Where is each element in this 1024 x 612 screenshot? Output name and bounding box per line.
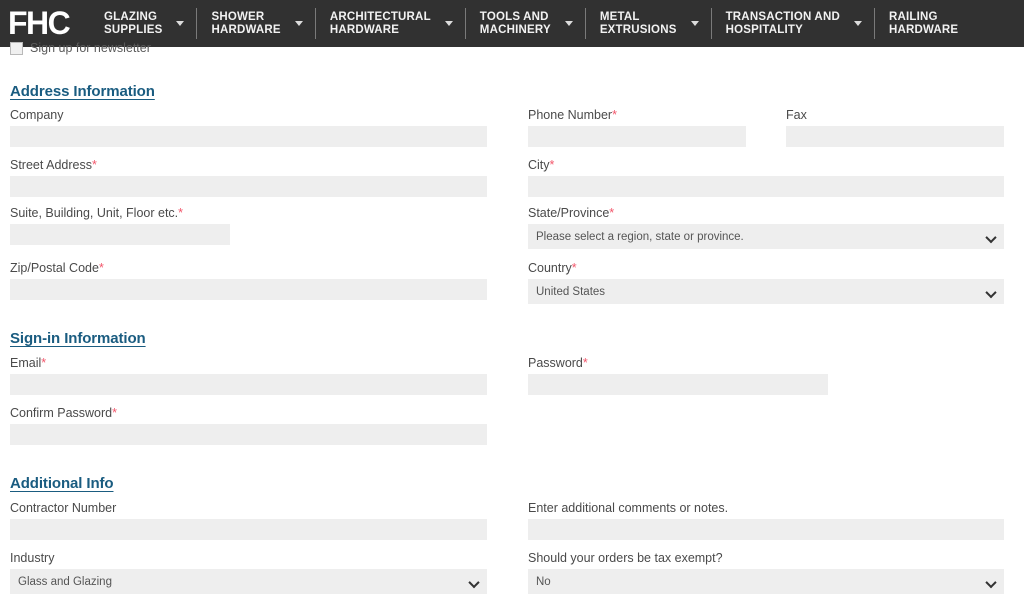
nav-item-label: TOOLS AND MACHINERY [479,10,551,36]
caret-down-icon[interactable] [853,21,862,26]
required-asterisk: * [112,406,117,420]
confirm-password-label: Confirm Password* [10,406,117,420]
field-phone-number: Phone Number* [528,108,746,147]
site-header: FHC GLAZING SUPPLIES SHOWER HARDWARE ARC… [0,0,1024,47]
fax-label: Fax [786,108,807,122]
state-province-label: State/Province* [528,206,615,220]
field-contractor-number: Contractor Number [10,501,487,540]
required-asterisk: * [41,356,47,370]
caret-down-icon[interactable] [690,21,699,26]
industry-label: Industry [10,551,55,565]
field-country: Country* United States [528,261,1004,304]
field-password: Password* [528,356,828,395]
registration-form-page: Sign up for newsletter Address Informati… [0,41,1024,612]
required-asterisk: * [609,206,615,220]
country-selected-value: United States [536,285,606,298]
additional-section-title: Additional Info [10,475,114,492]
nav-item-label: TRANSACTION AND HOSPITALITY [725,10,840,36]
nav-item-architectural-hardware[interactable]: ARCHITECTURAL HARDWARE [316,0,465,47]
nav-item-label: RAILING HARDWARE [888,10,959,36]
phone-number-input[interactable] [528,126,746,147]
field-company: Company [10,108,487,147]
tax-exempt-label: Should your orders be tax exempt? [528,551,723,565]
chevron-down-icon[interactable] [987,235,995,243]
password-label: Password* [528,356,588,370]
industry-select[interactable]: Glass and Glazing [10,569,487,594]
contractor-number-label: Contractor Number [10,501,117,515]
main-navigation: GLAZING SUPPLIES SHOWER HARDWARE ARCHITE… [90,0,1024,47]
company-label: Company [10,108,64,122]
industry-selected-value: Glass and Glazing [18,575,112,588]
field-confirm-password: Confirm Password* [10,406,487,445]
tax-exempt-select[interactable]: No [528,569,1004,594]
company-input[interactable] [10,126,487,147]
nav-item-railing-hardware[interactable]: RAILING HARDWARE [875,0,958,47]
state-province-select[interactable]: Please select a region, state or provinc… [528,224,1004,249]
address-section-heading-wrap: Address Information [10,83,155,100]
email-input[interactable] [10,374,487,395]
phone-number-label: Phone Number* [528,108,617,122]
nav-item-tools-and-machinery[interactable]: TOOLS AND MACHINERY [466,0,585,47]
state-province-selected-value: Please select a region, state or provinc… [536,230,744,243]
required-asterisk: * [98,261,104,275]
zip-postal-code-label: Zip/Postal Code* [10,261,104,275]
field-street-address: Street Address* [10,158,487,197]
nav-item-glazing-supplies[interactable]: GLAZING SUPPLIES [90,0,196,47]
field-additional-comments: Enter additional comments or notes. [528,501,1004,540]
field-suite: Suite, Building, Unit, Floor etc.* [10,206,230,245]
address-section-title: Address Information [10,83,155,100]
zip-postal-code-input[interactable] [10,279,487,300]
additional-section-heading-wrap: Additional Info [10,475,114,492]
caret-down-icon[interactable] [444,21,453,26]
fhc-logo[interactable]: FHC [0,0,90,47]
nav-item-shower-hardware[interactable]: SHOWER HARDWARE [197,0,314,47]
chevron-down-icon[interactable] [987,290,995,298]
field-fax: Fax [786,108,1004,147]
field-zip-postal-code: Zip/Postal Code* [10,261,487,300]
nav-item-label: METAL EXTRUSIONS [599,10,677,36]
chevron-down-icon[interactable] [470,580,478,588]
contractor-number-input[interactable] [10,519,487,540]
field-tax-exempt: Should your orders be tax exempt? No [528,551,1004,594]
suite-input[interactable] [10,224,230,245]
city-label: City* [528,158,555,172]
additional-comments-input[interactable] [528,519,1004,540]
street-address-input[interactable] [10,176,487,197]
signin-section-title: Sign-in Information [10,330,146,347]
field-state-province: State/Province* Please select a region, … [528,206,1004,249]
confirm-password-input[interactable] [10,424,487,445]
required-asterisk: * [612,108,617,122]
password-input[interactable] [528,374,828,395]
caret-down-icon[interactable] [294,21,303,26]
nav-item-label: SHOWER HARDWARE [211,10,281,36]
nav-item-label: ARCHITECTURAL HARDWARE [329,10,431,36]
field-email: Email* [10,356,487,395]
country-select[interactable]: United States [528,279,1004,304]
country-label: Country* [528,261,577,275]
suite-label: Suite, Building, Unit, Floor etc.* [10,206,184,220]
tax-exempt-selected-value: No [536,575,551,588]
required-asterisk: * [178,206,184,220]
street-address-label: Street Address* [10,158,97,172]
field-city: City* [528,158,1004,197]
required-asterisk: * [571,261,577,275]
required-asterisk: * [582,356,588,370]
caret-down-icon[interactable] [176,21,185,26]
newsletter-label: Sign up for newsletter [30,41,151,55]
field-industry: Industry Glass and Glazing [10,551,487,594]
nav-item-metal-extrusions[interactable]: METAL EXTRUSIONS [586,0,711,47]
signin-section-heading-wrap: Sign-in Information [10,330,146,347]
fax-input[interactable] [786,126,1004,147]
email-label: Email* [10,356,47,370]
required-asterisk: * [92,158,97,172]
caret-down-icon[interactable] [564,21,573,26]
newsletter-signup-row[interactable]: Sign up for newsletter [10,41,151,55]
required-asterisk: * [549,158,555,172]
nav-item-transaction-and-hospitality[interactable]: TRANSACTION AND HOSPITALITY [712,0,874,47]
chevron-down-icon[interactable] [987,580,995,588]
additional-comments-label: Enter additional comments or notes. [528,501,729,515]
nav-item-label: GLAZING SUPPLIES [104,10,163,36]
newsletter-checkbox[interactable] [10,41,23,55]
city-input[interactable] [528,176,1004,197]
